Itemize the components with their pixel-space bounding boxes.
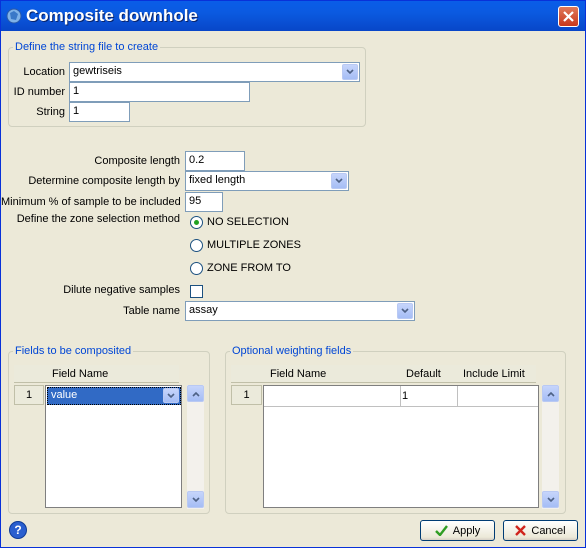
window-title: Composite downhole bbox=[26, 6, 198, 25]
cancel-label: Cancel bbox=[531, 524, 566, 537]
min-pct-label: Minimum % of sample to be included bbox=[1, 196, 181, 208]
field-name-header: Field Name bbox=[52, 368, 109, 380]
dilute-checkbox[interactable] bbox=[190, 285, 203, 298]
radio-no-selection[interactable] bbox=[190, 216, 203, 229]
field-name-select[interactable]: value bbox=[47, 387, 181, 405]
dilute-label: Dilute negative samples bbox=[63, 284, 180, 296]
chevron-down-icon[interactable] bbox=[331, 173, 347, 189]
weighting-group-title: Optional weighting fields bbox=[230, 345, 354, 357]
checkmark-icon bbox=[434, 525, 448, 536]
scroll-down-icon[interactable] bbox=[542, 491, 559, 508]
help-icon[interactable]: ? bbox=[9, 521, 27, 539]
apply-button[interactable]: Apply bbox=[420, 520, 495, 541]
table-name-label: Table name bbox=[123, 305, 180, 317]
location-label: Location bbox=[23, 66, 65, 78]
determine-select[interactable]: fixed length bbox=[185, 171, 349, 191]
weighting-default-header: Default bbox=[406, 368, 441, 380]
string-label: String bbox=[36, 106, 65, 118]
determine-label: Determine composite length by bbox=[28, 175, 180, 187]
id-number-field[interactable]: 1 bbox=[69, 82, 250, 102]
weighting-scrollbar[interactable] bbox=[542, 385, 559, 509]
cancel-x-icon bbox=[515, 525, 527, 536]
scroll-down-icon[interactable] bbox=[187, 491, 204, 508]
zone-method-label: Define the zone selection method bbox=[16, 213, 180, 225]
title-bar[interactable]: Composite downhole bbox=[1, 1, 585, 31]
apply-label: Apply bbox=[452, 524, 481, 537]
location-value: gewtriseis bbox=[73, 65, 122, 77]
radio-zone-from-to-label[interactable]: ZONE FROM TO bbox=[207, 262, 291, 274]
scroll-up-icon[interactable] bbox=[187, 385, 204, 402]
location-select[interactable]: gewtriseis bbox=[69, 62, 360, 82]
close-button[interactable] bbox=[558, 6, 579, 27]
string-file-group-title: Define the string file to create bbox=[13, 41, 161, 53]
composite-length-label: Composite length bbox=[94, 155, 180, 167]
fields-group-title: Fields to be composited bbox=[13, 345, 134, 357]
weighting-field-name-header: Field Name bbox=[270, 368, 327, 380]
table-name-select[interactable]: assay bbox=[185, 301, 415, 321]
close-icon bbox=[563, 11, 574, 22]
weighting-grid-body: 1 bbox=[263, 385, 539, 508]
app-icon bbox=[6, 8, 22, 24]
fields-row-number[interactable]: 1 bbox=[14, 385, 44, 405]
radio-zone-from-to[interactable] bbox=[190, 262, 203, 275]
chevron-down-icon[interactable] bbox=[342, 64, 358, 80]
min-pct-field[interactable]: 95 bbox=[185, 192, 223, 212]
id-label: ID number bbox=[13, 86, 65, 98]
chevron-down-icon[interactable] bbox=[397, 303, 413, 319]
composite-length-field[interactable]: 0.2 bbox=[185, 151, 245, 171]
weighting-row-number[interactable]: 1 bbox=[231, 385, 262, 405]
radio-no-selection-label[interactable]: NO SELECTION bbox=[207, 216, 289, 228]
chevron-down-icon[interactable] bbox=[163, 388, 179, 403]
table-name-value: assay bbox=[189, 304, 218, 316]
weighting-grid-header: Field Name Default Include Limit bbox=[231, 365, 536, 383]
determine-value: fixed length bbox=[189, 174, 246, 186]
weighting-field-cell[interactable] bbox=[264, 386, 401, 407]
dialog-window: Composite downhole Define the string fil… bbox=[0, 0, 586, 548]
fields-grid-header: Field Name bbox=[14, 365, 179, 383]
radio-multiple-zones[interactable] bbox=[190, 239, 203, 252]
string-field[interactable]: 1 bbox=[69, 102, 130, 122]
cancel-button[interactable]: Cancel bbox=[503, 520, 578, 541]
weighting-default-cell[interactable]: 1 bbox=[401, 386, 458, 407]
scroll-up-icon[interactable] bbox=[542, 385, 559, 402]
radio-multiple-zones-label[interactable]: MULTIPLE ZONES bbox=[207, 239, 301, 251]
weighting-limit-cell[interactable] bbox=[458, 386, 538, 407]
field-name-value: value bbox=[51, 389, 78, 401]
fields-scrollbar[interactable] bbox=[187, 385, 204, 509]
weighting-limit-header: Include Limit bbox=[463, 368, 525, 380]
